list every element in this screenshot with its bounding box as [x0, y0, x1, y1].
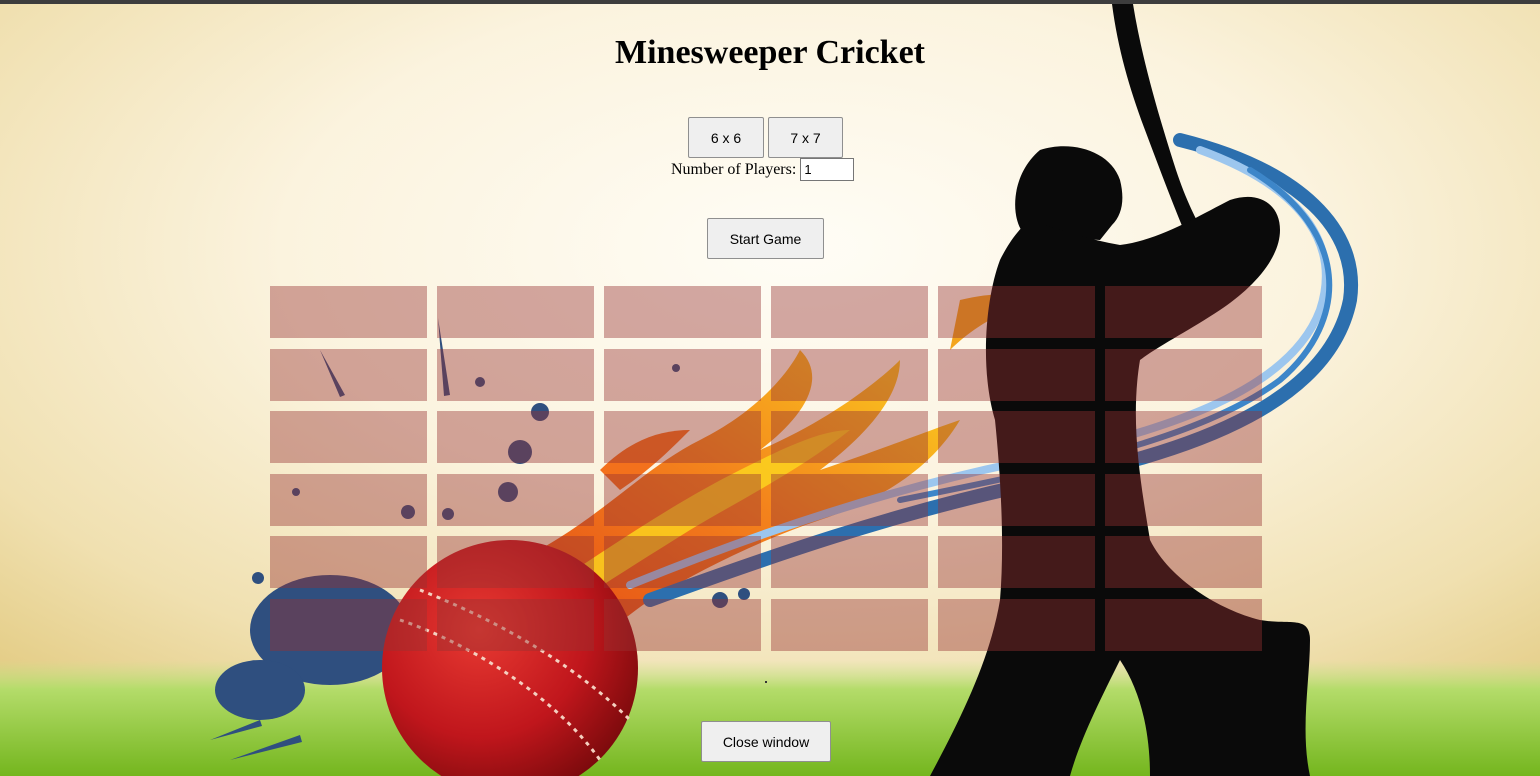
window-top-border [0, 0, 1540, 4]
board-cell[interactable] [1105, 411, 1262, 464]
board-cell[interactable] [437, 598, 594, 651]
board-cell[interactable] [270, 598, 427, 651]
board-cell[interactable] [938, 598, 1095, 651]
grid-size-7x7-button[interactable]: 7 x 7 [768, 117, 843, 158]
minesweeper-board [270, 286, 1262, 651]
board-cell[interactable] [437, 536, 594, 589]
board-cell[interactable] [771, 286, 928, 338]
board-cell[interactable] [938, 536, 1095, 589]
close-window-button[interactable]: Close window [701, 721, 831, 762]
board-cell[interactable] [270, 411, 427, 464]
board-cell[interactable] [771, 536, 928, 589]
grid-size-6x6-button[interactable]: 6 x 6 [688, 117, 764, 158]
board-cell[interactable] [771, 348, 928, 401]
board-cell[interactable] [270, 348, 427, 401]
board-cell[interactable] [1105, 536, 1262, 589]
board-cell[interactable] [938, 348, 1095, 401]
board-cell[interactable] [938, 473, 1095, 526]
board-cell[interactable] [604, 411, 761, 464]
board-cell[interactable] [1105, 473, 1262, 526]
board-cell[interactable] [1105, 348, 1262, 401]
board-cell[interactable] [437, 411, 594, 464]
board-cell[interactable] [437, 286, 594, 338]
board-cell[interactable] [771, 598, 928, 651]
stray-dot [765, 681, 767, 683]
board-cell[interactable] [437, 473, 594, 526]
board-cell[interactable] [771, 411, 928, 464]
board-cell[interactable] [1105, 286, 1262, 338]
board-cell[interactable] [604, 348, 761, 401]
board-cell[interactable] [938, 286, 1095, 338]
board-cell[interactable] [938, 411, 1095, 464]
board-cell[interactable] [1105, 598, 1262, 651]
board-cell[interactable] [437, 348, 594, 401]
players-row: Number of Players: [671, 158, 855, 181]
start-game-button[interactable]: Start Game [707, 218, 824, 259]
board-cell[interactable] [270, 536, 427, 589]
board-cell[interactable] [771, 473, 928, 526]
board-cell[interactable] [604, 473, 761, 526]
board-cell[interactable] [604, 286, 761, 338]
players-label: Number of Players: [671, 160, 797, 178]
page-title: Minesweeper Cricket [615, 34, 925, 71]
players-input[interactable] [800, 158, 855, 181]
board-cell[interactable] [270, 473, 427, 526]
board-cell[interactable] [270, 286, 427, 338]
board-cell[interactable] [604, 536, 761, 589]
board-cell[interactable] [604, 598, 761, 651]
